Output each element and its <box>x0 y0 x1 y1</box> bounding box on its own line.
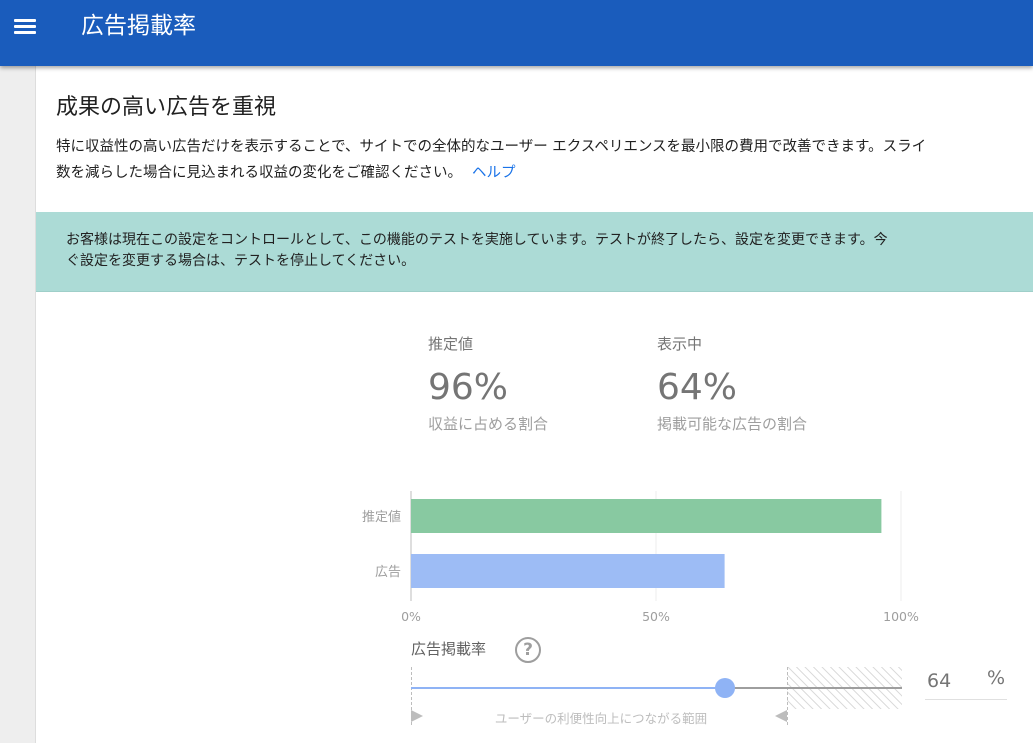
stat-estimated-revenue: 推定値 96% 収益に占める割合 <box>428 334 548 434</box>
slider-label: 広告掲載率 <box>411 640 487 658</box>
range-arrow-left-icon <box>411 710 423 722</box>
page-title: 広告掲載率 <box>81 13 196 39</box>
app-bar: 広告掲載率 <box>0 0 1033 66</box>
bar-chart: 推定値広告 0% 50% 100% <box>362 491 919 624</box>
banner-line-1: お客様は現在この設定をコントロールとして、この機能のテストを実施しています。テス… <box>66 232 888 248</box>
recommended-range-text: ユーザーの利便性向上につながる範囲 <box>494 711 708 726</box>
experiment-banner: お客様は現在この設定をコントロールとして、この機能のテストを実施しています。テス… <box>36 212 1033 292</box>
unit-label: % <box>987 667 1006 689</box>
bar <box>411 554 725 588</box>
coverage-chart: 推定値広告 0% 50% 100% <box>336 486 926 636</box>
range-arrow-right-icon <box>775 710 787 722</box>
menu-icon[interactable] <box>12 16 40 38</box>
range-end-marker <box>787 667 788 725</box>
stat-sublabel: 収益に占める割合 <box>428 415 549 433</box>
slider-track[interactable] <box>411 687 902 689</box>
help-icon[interactable]: ? <box>515 637 541 663</box>
stat-ads-shown: 表示中 64% 掲載可能な広告の割合 <box>657 334 807 434</box>
coverage-slider-section: 広告掲載率 ? ユーザーの利便性向上につながる範囲 % <box>402 634 1033 743</box>
category-label: 広告 <box>375 565 401 580</box>
tick-label: 0% <box>401 609 421 624</box>
slider-thumb[interactable] <box>715 678 736 698</box>
bar <box>411 499 882 533</box>
stat-value: 64% <box>657 367 738 408</box>
card-description: 特に収益性の高い広告だけを表示することで、サイトでの全体的なユーザー エクスペリ… <box>56 134 1033 186</box>
stat-value: 96% <box>428 367 509 408</box>
stat-label: 推定値 <box>428 335 474 353</box>
slider-track-area: ユーザーの利便性向上につながる範囲 <box>411 667 902 733</box>
category-label: 推定値 <box>362 509 401 525</box>
card-title: 成果の高い広告を重視 <box>56 95 277 120</box>
banner-line-2: ぐ設定を変更する場合は、テストを停止してください。 <box>66 253 416 269</box>
description-line-1: 特に収益性の高い広告だけを表示することで、サイトでの全体的なユーザー エクスペリ… <box>56 139 927 155</box>
settings-card: 成果の高い広告を重視 特に収益性の高い広告だけを表示することで、サイトでの全体的… <box>36 66 1033 743</box>
help-link[interactable]: ヘルプ <box>472 165 516 181</box>
left-rail <box>0 66 36 743</box>
tick-label: 50% <box>642 609 670 624</box>
slider-track-fill <box>411 687 726 689</box>
stat-sublabel: 掲載可能な広告の割合 <box>657 415 808 433</box>
stat-label: 表示中 <box>657 335 703 353</box>
description-line-2-text: 数を減らした場合に見込まれる収益の変化をご確認ください。 <box>56 165 462 181</box>
description-line-2: 数を減らした場合に見込まれる収益の変化をご確認ください。 ヘルプ <box>56 160 1033 186</box>
tick-label: 100% <box>883 609 919 624</box>
